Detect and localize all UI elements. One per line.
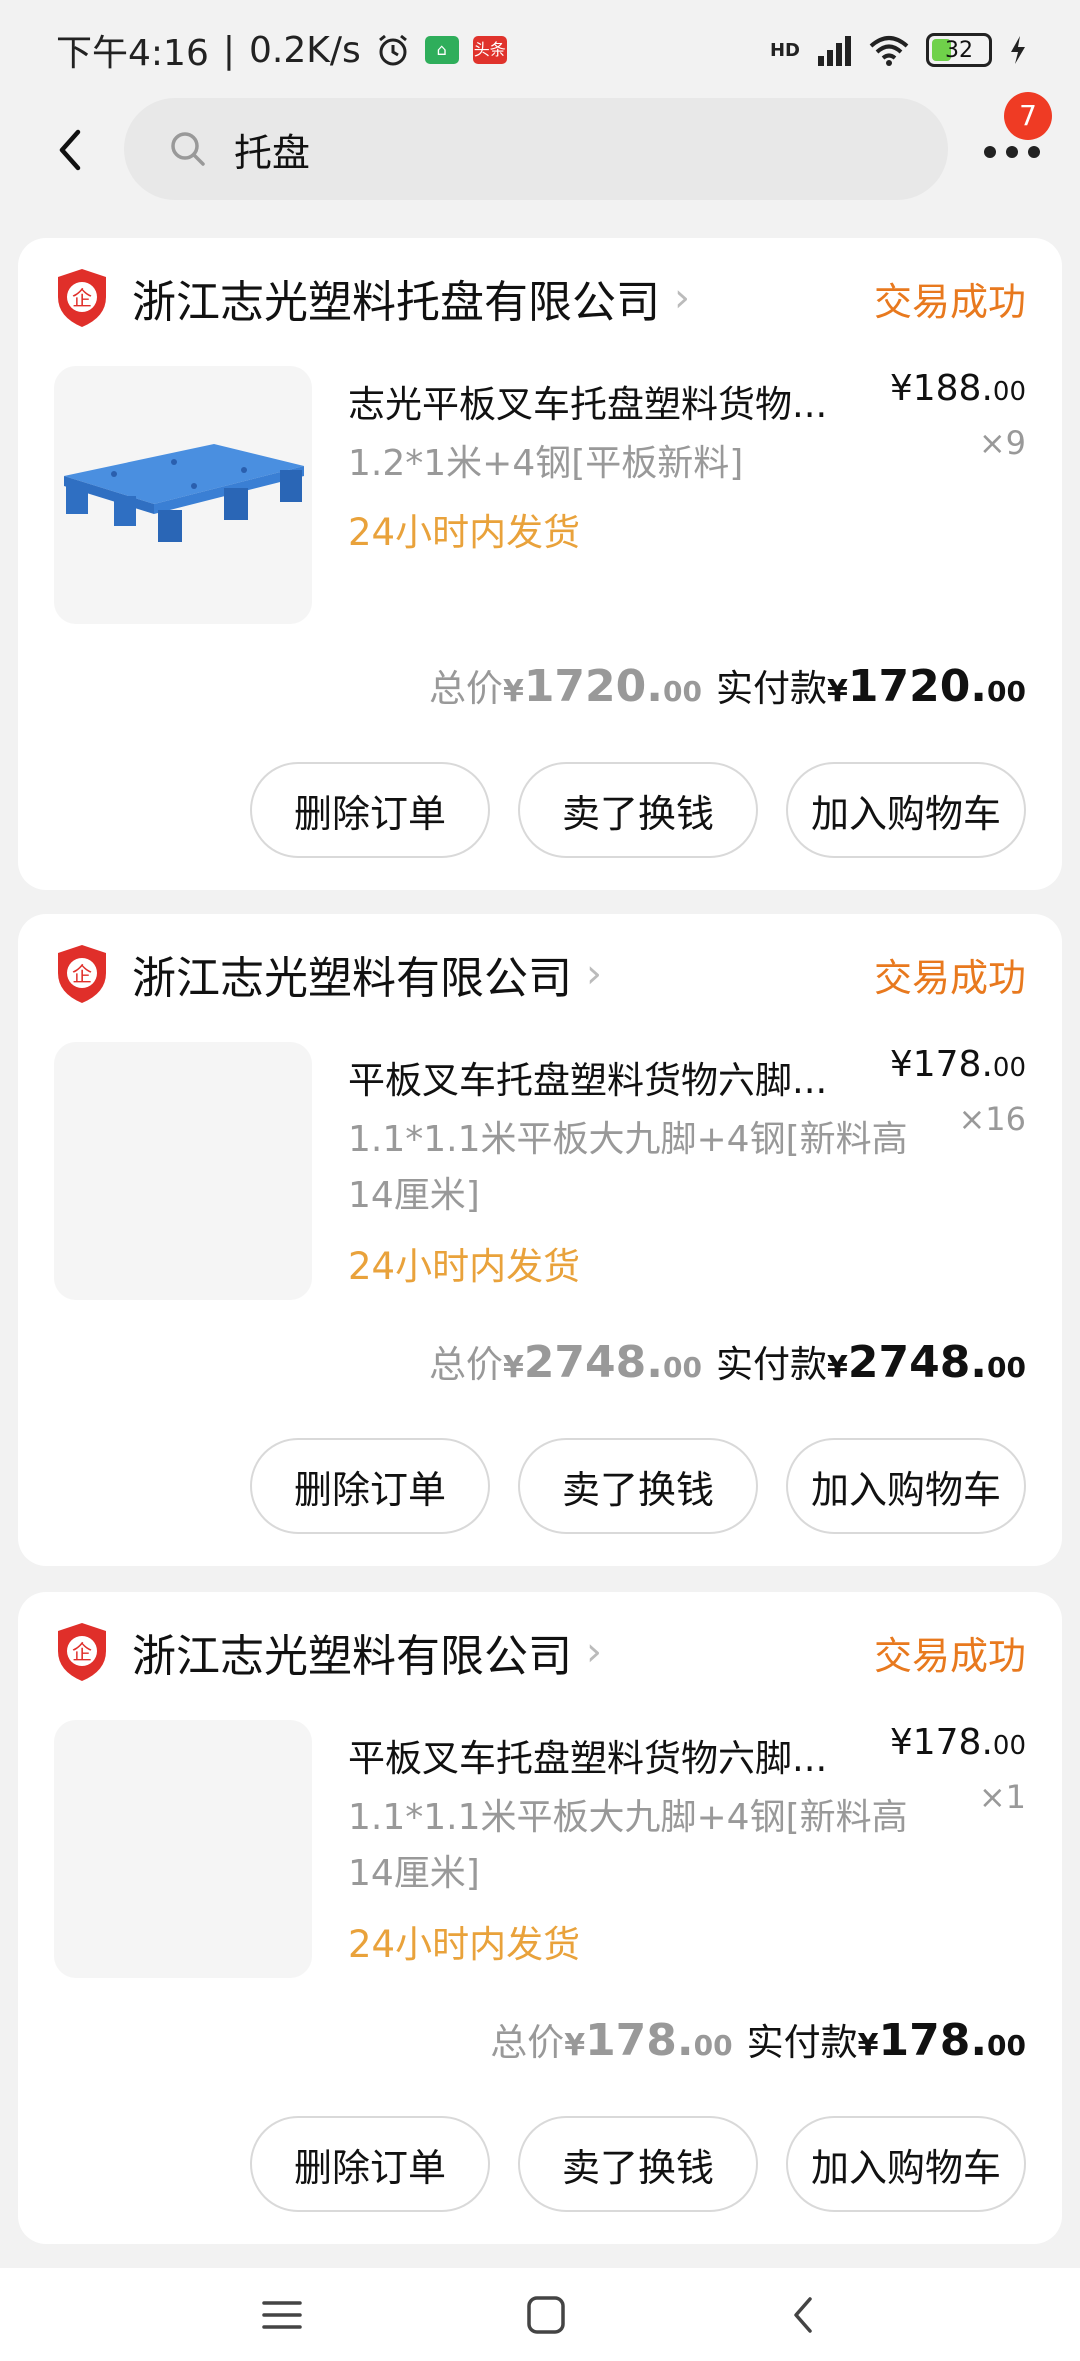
order-card: 企 浙江志光塑料托盘有限公司 › 交易成功 志光平板叉车托盘塑料货物... 1.… [18,238,1062,890]
search-query: 托盘 [234,130,311,175]
news-app-icon: 头条 [472,36,507,64]
resell-button[interactable]: 卖了换钱 [518,1438,758,1534]
total-label: 总价 [428,1343,503,1386]
order-status: 交易成功 [873,1633,1026,1678]
store-row[interactable]: 企 浙江志光塑料托盘有限公司 › 交易成功 [54,268,1026,328]
product-spec: 1.1*1.1米平板大九脚+4钢[新料高14厘米] [348,1119,908,1216]
delete-order-button[interactable]: 删除订单 [250,762,490,858]
paid-amount: ¥1720.00 [826,661,1026,712]
product-title[interactable]: 平板叉车托盘塑料货物六脚... [348,1050,896,1104]
total-label: 总价 [490,2021,565,2064]
resell-button[interactable]: 卖了换钱 [518,762,758,858]
action-buttons: 删除订单 卖了换钱 加入购物车 [250,1438,1026,1534]
battery-level: 32 [945,37,973,63]
status-right: HD 32 [770,33,1028,67]
unit-price: ¥178.00 [889,1722,1026,1763]
product-image[interactable] [54,366,312,624]
search-input[interactable]: 托盘 [124,98,948,200]
status-separator: | [222,29,235,71]
order-status: 交易成功 [873,279,1026,324]
total-price: ¥2748.00 [502,1337,702,1388]
search-icon [171,132,205,166]
paid-label: 实付款 [715,1343,827,1386]
wifi-icon [869,36,909,66]
quantity: ×9 [978,424,1026,462]
store-row[interactable]: 企 浙江志光塑料有限公司 › 交易成功 [54,944,1026,1004]
shipping-tag: 24小时内发货 [348,1923,581,1966]
store-name[interactable]: 浙江志光塑料有限公司 [132,942,572,1006]
order-totals: 总价 ¥178.00 实付款 ¥178.00 [490,2012,1026,2066]
enterprise-shield-icon: 企 [58,945,106,1003]
paid-label: 实付款 [715,667,827,710]
app-notify-icon: ⌂ [424,36,459,64]
svg-text:企: 企 [72,962,92,986]
order-card: 企 浙江志光塑料有限公司 › 交易成功 平板叉车托盘塑料货物六脚... 1.1*… [18,914,1062,1566]
resell-button[interactable]: 卖了换钱 [518,2116,758,2212]
quantity: ×16 [958,1100,1026,1138]
total-price: ¥1720.00 [502,661,702,712]
paid-label: 实付款 [746,2021,858,2064]
notification-badge: 7 [1004,92,1052,140]
product-spec: 1.2*1米+4钢[平板新料] [348,443,744,484]
store-name[interactable]: 浙江志光塑料托盘有限公司 [132,266,660,330]
paid-amount: ¥2748.00 [826,1337,1026,1388]
network-type: HD [769,39,800,61]
pallet-image [64,444,304,542]
delete-order-button[interactable]: 删除订单 [250,2116,490,2212]
product-title[interactable]: 志光平板叉车托盘塑料货物... [348,374,896,428]
svg-text:企: 企 [72,286,92,310]
menu-icon[interactable] [260,2295,304,2335]
svg-text:企: 企 [72,1640,92,1664]
paid-amount: ¥178.00 [857,2015,1026,2066]
enterprise-shield-icon: 企 [58,1623,106,1681]
shipping-tag: 24小时内发货 [348,1245,581,1288]
product-image[interactable] [54,1042,312,1300]
unit-price: ¥178.00 [889,1044,1026,1085]
charging-icon [1011,36,1025,64]
back-button[interactable] [40,120,100,180]
action-buttons: 删除订单 卖了换钱 加入购物车 [250,2116,1026,2212]
order-totals: 总价 ¥1720.00 实付款 ¥1720.00 [429,658,1026,712]
product-spec: 1.1*1.1米平板大九脚+4钢[新料高14厘米] [348,1797,908,1894]
delete-order-button[interactable]: 删除订单 [250,1438,490,1534]
shipping-tag: 24小时内发货 [348,511,581,554]
signal-icon [818,36,851,66]
add-to-cart-button[interactable]: 加入购物车 [786,762,1026,858]
unit-price: ¥188.00 [889,368,1026,409]
enterprise-shield-icon: 企 [58,269,106,327]
product-image[interactable] [54,1720,312,1978]
battery-icon: 32 [926,33,992,67]
quantity: ×1 [978,1778,1026,1816]
store-name[interactable]: 浙江志光塑料有限公司 [132,1620,572,1684]
add-to-cart-button[interactable]: 加入购物车 [786,1438,1026,1534]
nav-back-icon[interactable] [788,2293,820,2337]
top-header: 托盘 7 [0,92,1080,202]
more-dots-icon [984,146,1040,158]
home-square-icon[interactable] [524,2293,568,2337]
product-title[interactable]: 平板叉车托盘塑料货物六脚... [348,1728,896,1782]
order-card: 企 浙江志光塑料有限公司 › 交易成功 平板叉车托盘塑料货物六脚... 1.1*… [18,1592,1062,2244]
order-totals: 总价 ¥2748.00 实付款 ¥2748.00 [429,1334,1026,1388]
system-nav-bar [0,2268,1080,2361]
status-time: 下午4:16 [56,33,209,74]
alarm-icon [378,34,407,66]
back-arrow-icon [59,129,81,171]
add-to-cart-button[interactable]: 加入购物车 [786,2116,1026,2212]
chevron-right-icon: › [586,1629,602,1675]
chevron-right-icon: › [586,951,602,997]
status-bar: 下午4:16 | 0.2K/s ⌂ 头条 HD 32 [0,0,1080,100]
total-label: 总价 [428,667,503,710]
order-status: 交易成功 [873,955,1026,1000]
network-speed: 0.2K/s [248,29,361,71]
store-row[interactable]: 企 浙江志光塑料有限公司 › 交易成功 [54,1622,1026,1682]
chevron-right-icon: › [674,275,690,321]
status-left: 下午4:16 | 0.2K/s ⌂ 头条 [56,24,507,76]
action-buttons: 删除订单 卖了换钱 加入购物车 [250,762,1026,858]
total-price: ¥178.00 [564,2015,733,2066]
